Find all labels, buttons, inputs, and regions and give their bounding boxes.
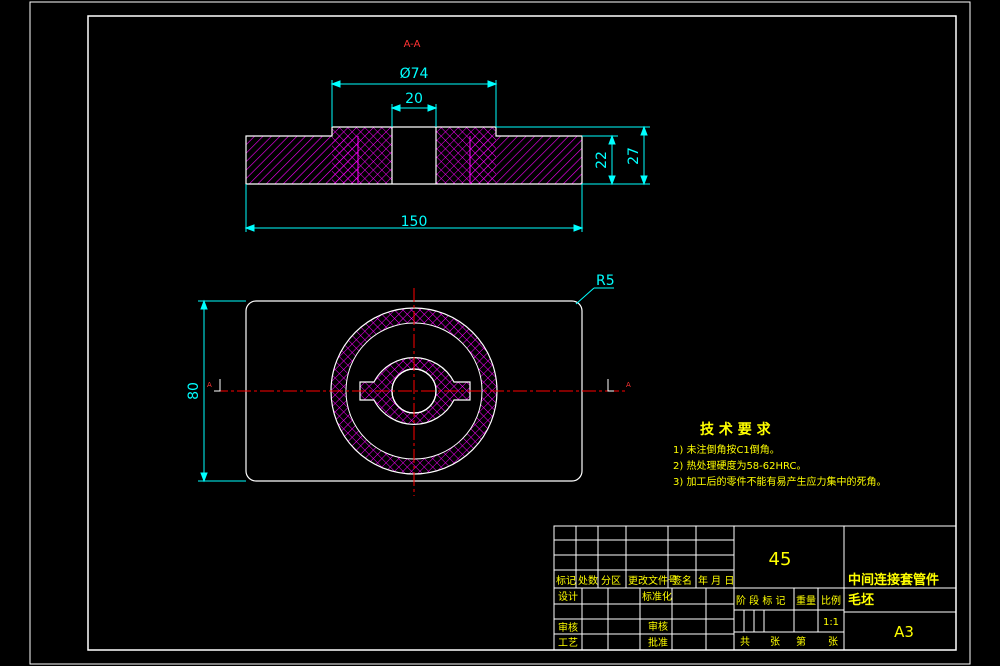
lbl-process: 工艺	[558, 637, 578, 649]
dim-d20: 20	[405, 91, 423, 107]
lbl-std: 标准化	[642, 590, 672, 603]
dim-d22: 22	[594, 151, 610, 169]
hdr-0: 标记	[556, 575, 576, 587]
tech-title: 技 术 要 求	[700, 421, 772, 438]
marker-a-left: A	[207, 381, 212, 389]
sheet-size: A3	[894, 623, 914, 641]
section-view	[245, 126, 583, 185]
lbl-mid-2: 审核	[648, 620, 668, 633]
dim-d27: 27	[626, 147, 642, 165]
hdr-4: 签名	[672, 574, 692, 587]
hdr-3: 更改文件号	[628, 574, 678, 587]
lbl-sheet-3: 张	[828, 636, 838, 648]
tech-item-3: 3) 加工后的零件不能有易产生应力集中的死角。	[673, 475, 886, 488]
dim-d74: Ø74	[400, 66, 429, 82]
lbl-sheet-0: 共	[740, 636, 750, 648]
lbl-approve: 批准	[648, 636, 668, 649]
part-name: 中间连接套管件	[848, 572, 939, 588]
scale: 1:1	[823, 617, 839, 628]
inner-border	[87, 15, 957, 651]
lbl-design: 设计	[558, 590, 578, 603]
tech-item-2: 2) 热处理硬度为58-62HRC。	[673, 459, 806, 472]
dim-r5: R5	[596, 273, 615, 289]
lbl-scale: 比例	[821, 594, 841, 607]
lbl-stage: 阶 段 标 记	[736, 594, 786, 607]
lbl-sheet-2: 第	[796, 635, 806, 648]
part-sub: 毛坯	[848, 592, 874, 608]
material: 45	[769, 549, 792, 570]
hdr-1: 处数	[578, 574, 598, 587]
outer-border	[29, 1, 971, 665]
section-label: A-A	[404, 39, 421, 50]
dim-d80: 80	[186, 382, 202, 400]
drawing-canvas: A-A Ø74 20 150 22 27 A A 80 R5 技 术 要 求 1…	[29, 1, 971, 665]
tech-item-1: 1) 未注倒角按C1倒角。	[673, 443, 780, 456]
lbl-weight: 重量	[796, 594, 816, 607]
hdr-5: 年 月 日	[698, 574, 734, 587]
lbl-sheet-1: 张	[770, 636, 780, 648]
dim-d150: 150	[401, 214, 428, 230]
lbl-review: 审核	[558, 621, 578, 634]
marker-a-right: A	[626, 381, 631, 389]
hdr-2: 分区	[601, 575, 621, 587]
